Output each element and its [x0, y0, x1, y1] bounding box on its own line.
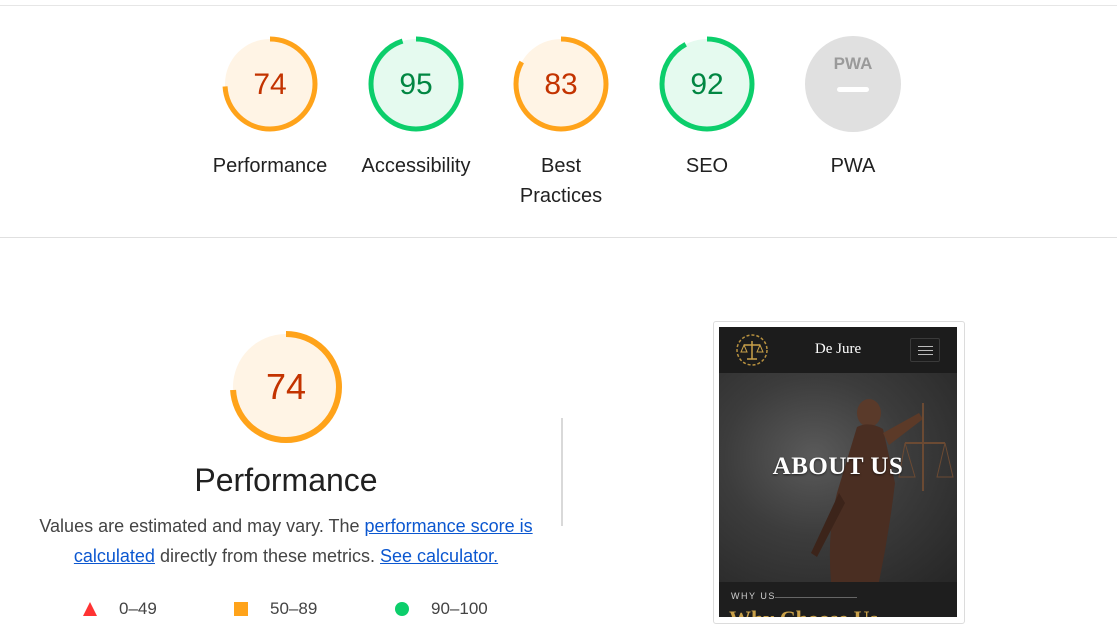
screenshot-why-section: WHY US Why Choose Us — [719, 582, 957, 617]
gauge-best-practices-ring: 83 — [513, 36, 609, 132]
vertical-divider — [561, 418, 563, 526]
desc-text-1: Values are estimated and may vary. The — [39, 516, 365, 536]
pwa-badge-icon: PWA — [805, 36, 901, 132]
gauge-seo-label: SEO — [685, 155, 729, 177]
desc-text-2: directly from these metrics. — [154, 546, 381, 566]
gauge-performance[interactable]: 74 Performance — [205, 34, 335, 181]
see-calculator-link[interactable]: See calculator. — [380, 546, 498, 566]
gauge-best-practices-label-line1: Best — [540, 155, 582, 177]
final-screenshot[interactable]: De Jure ABOUT US WHY US Why Choose Us — [719, 327, 957, 617]
gauge-pwa-label: PWA — [830, 155, 876, 177]
pwa-badge-text: PWA — [834, 54, 873, 73]
performance-score-gauge: 74 — [230, 331, 342, 443]
legend-pass-range: 90–100 — [431, 599, 488, 618]
performance-title: Performance — [194, 462, 378, 498]
gauge-performance-label: Performance — [212, 155, 328, 177]
gauge-seo-score: 92 — [690, 68, 723, 101]
screenshot-hero-title: ABOUT US — [772, 453, 904, 480]
gauge-accessibility-label: Accessibility — [361, 155, 471, 177]
screenshot-hero: ABOUT US — [719, 373, 957, 582]
screenshot-kicker: WHY US — [731, 591, 776, 601]
circle-icon — [395, 602, 409, 616]
gauge-best-practices[interactable]: 83 Best Practices — [496, 34, 626, 211]
gauge-accessibility-score: 95 — [399, 68, 432, 101]
performance-score-value: 74 — [266, 366, 306, 407]
performance-description: Values are estimated and may vary. The p… — [38, 511, 534, 571]
square-icon — [234, 602, 248, 616]
screenshot-site-header: De Jure — [719, 327, 957, 373]
gauge-seo[interactable]: 92 SEO — [642, 34, 772, 181]
screenshot-kicker-line — [775, 597, 857, 598]
section-divider — [0, 237, 1117, 238]
gauge-best-practices-score: 83 — [544, 68, 577, 101]
gauge-best-practices-label-line2: Practices — [519, 185, 603, 207]
gauge-performance-ring: 74 — [222, 36, 318, 132]
legend-fail-range: 0–49 — [119, 599, 157, 618]
hamburger-menu-icon — [910, 338, 940, 362]
gauge-accessibility[interactable]: 95 Accessibility — [351, 34, 481, 181]
triangle-icon — [83, 602, 97, 616]
gauge-best-practices-label: Best Practices — [496, 151, 626, 211]
gauge-pwa[interactable]: PWA PWA — [788, 34, 918, 181]
gauge-seo-ring: 92 — [659, 36, 755, 132]
category-gauges: 74 Performance 95 Accessibility 83 Best P… — [0, 0, 1117, 237]
legend-average-range: 50–89 — [270, 599, 318, 618]
screenshot-section-heading: Why Choose Us — [729, 606, 878, 617]
gauge-accessibility-ring: 95 — [368, 36, 464, 132]
gauge-performance-score: 74 — [253, 68, 286, 101]
